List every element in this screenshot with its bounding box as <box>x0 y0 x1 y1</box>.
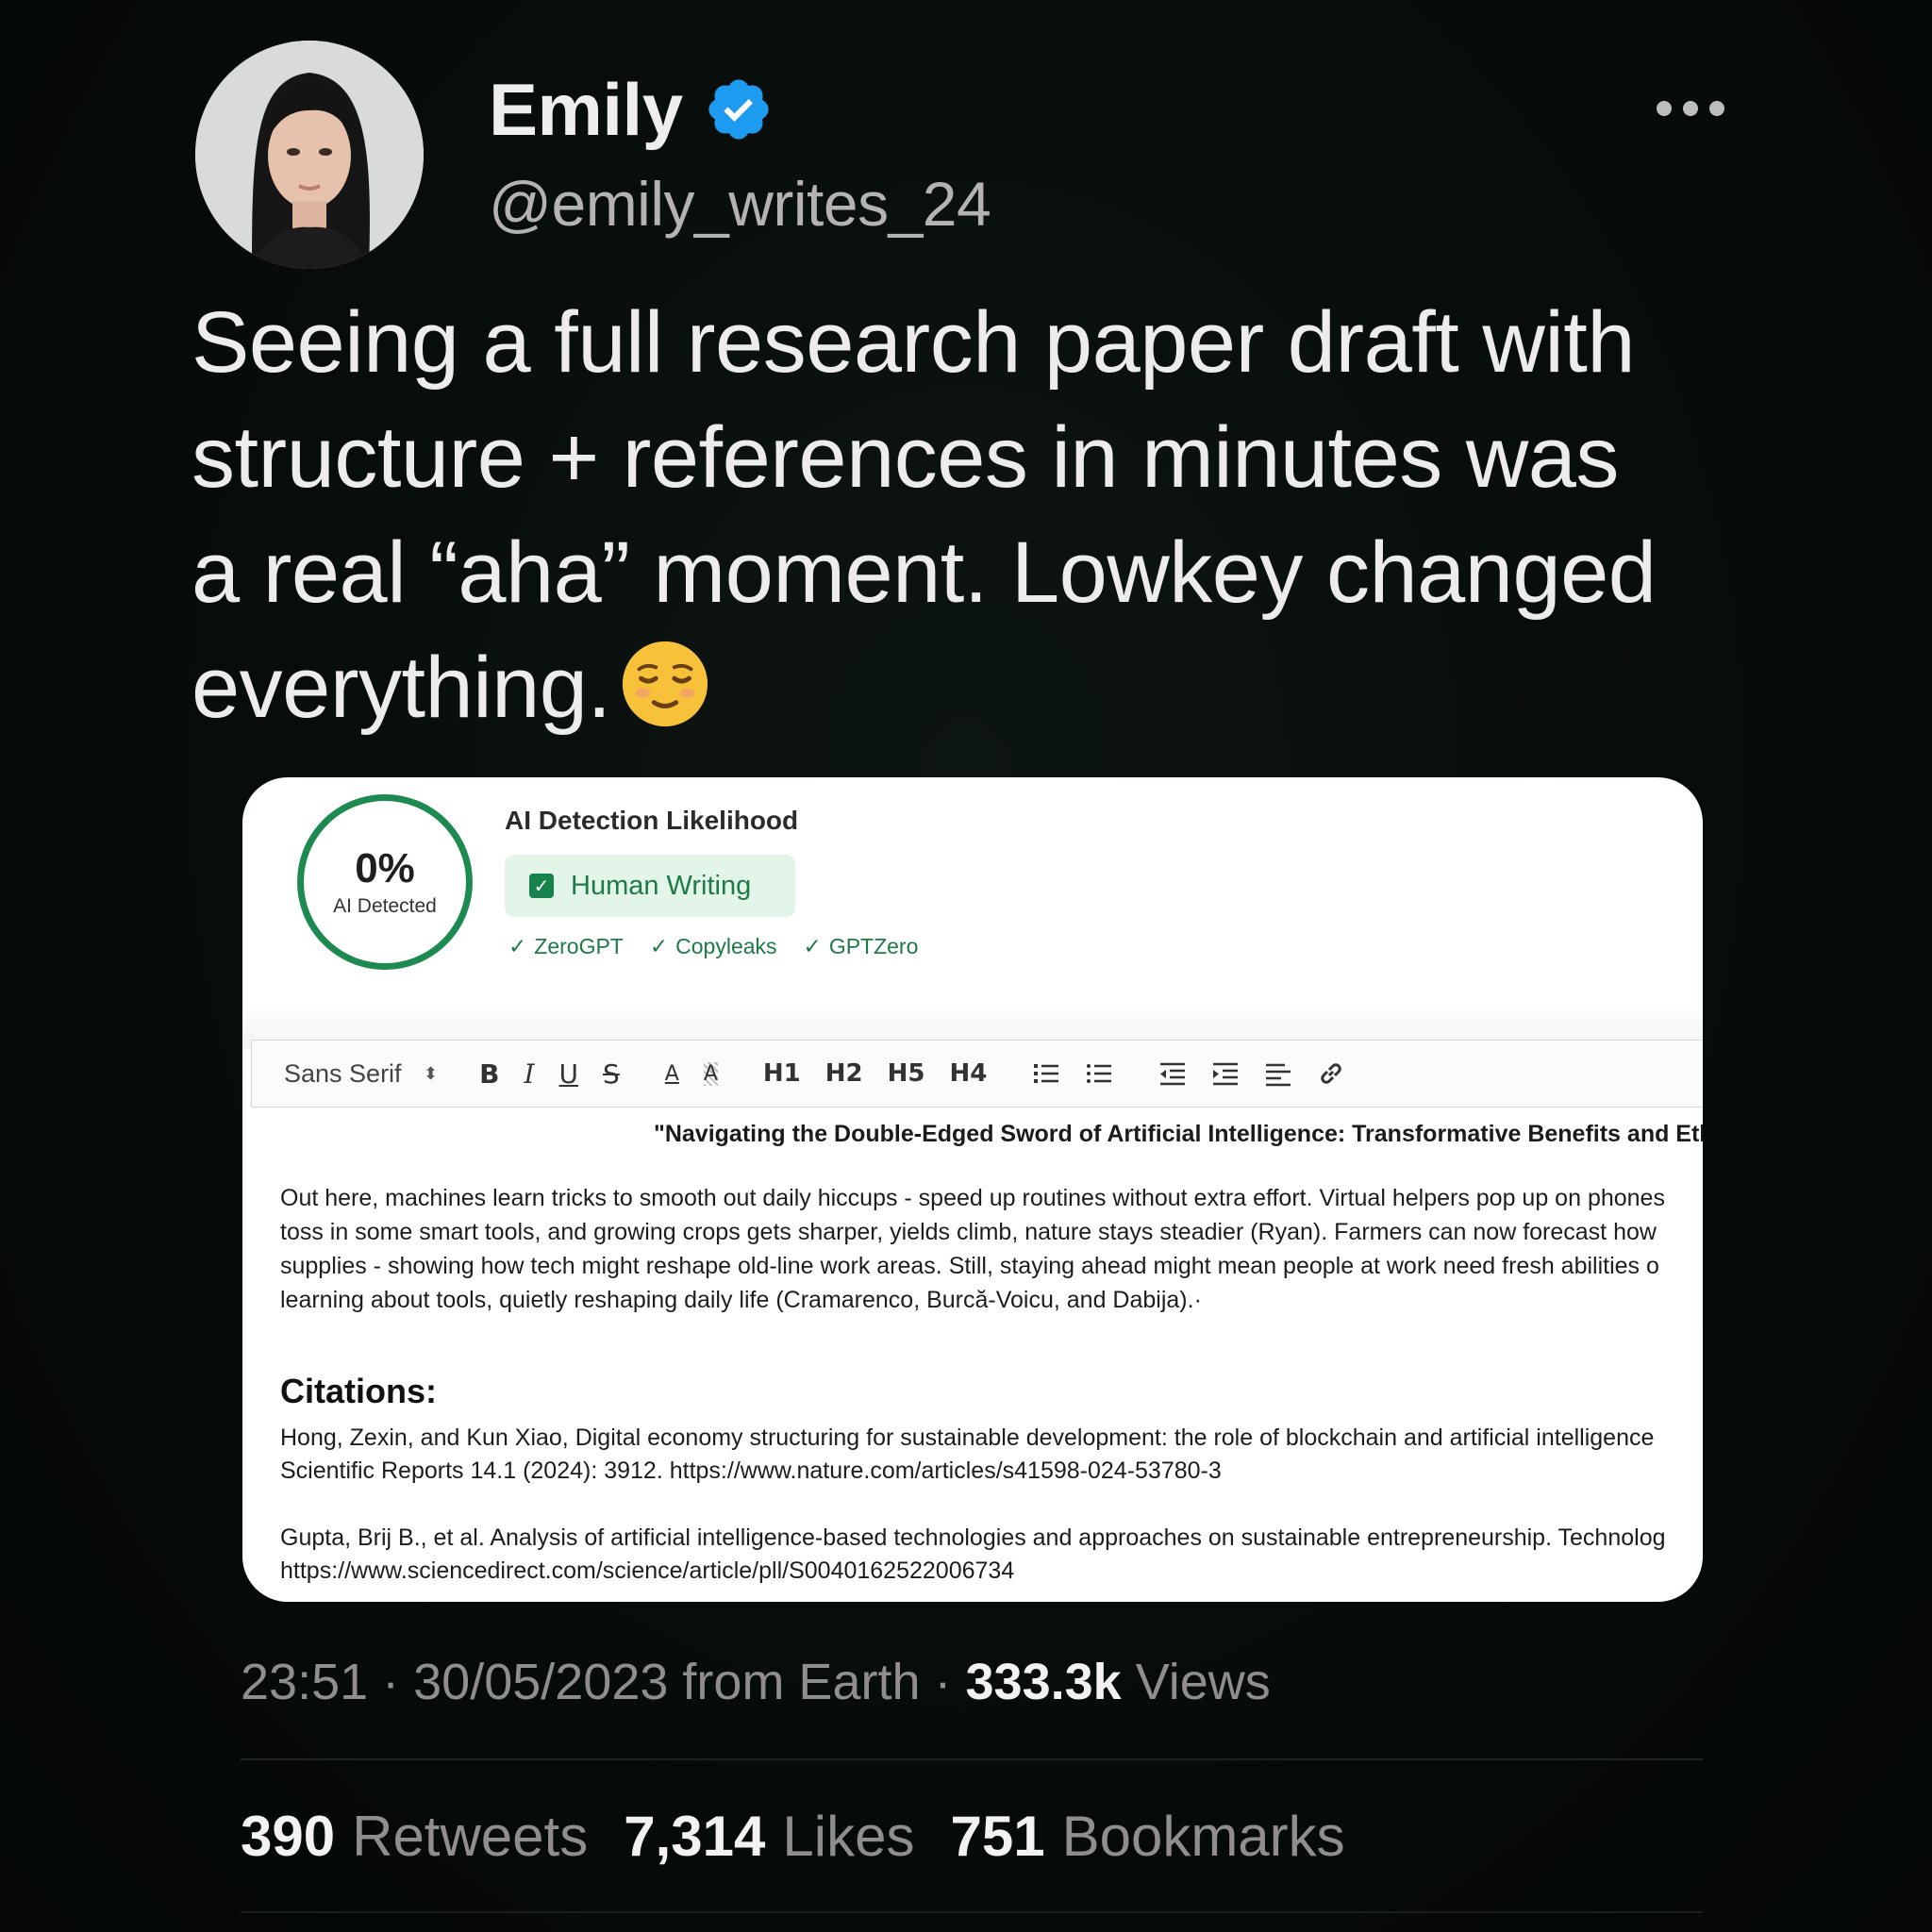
check-item: ✓ GPTZero <box>804 934 919 959</box>
strikethrough-button[interactable]: S <box>603 1058 620 1090</box>
author-handle[interactable]: @emily_writes_24 <box>489 168 991 240</box>
text-color-button[interactable]: A <box>665 1062 679 1086</box>
check-icon: ✓ <box>508 934 527 958</box>
views-label: Views <box>1135 1654 1271 1710</box>
ordered-list-icon[interactable] <box>1032 1059 1060 1088</box>
paragraph-line: Out here, machines learn tricks to smoot… <box>280 1185 1665 1211</box>
check-icon: ✓ <box>649 934 669 958</box>
select-arrows-icon[interactable]: ⬍ <box>424 1064 438 1084</box>
tweet-source: from Earth <box>682 1654 921 1710</box>
editor-toolbar: Sans Serif ⬍ B I U S A A H1 H2 H5 H4 <box>251 1040 1703 1108</box>
more-options-icon[interactable] <box>1657 94 1770 123</box>
tweet-meta: 23:51 · 30/05/2023 from Earth · 333.3k V… <box>241 1654 1271 1710</box>
avatar[interactable] <box>195 41 424 269</box>
check-item: ✓ ZeroGPT <box>508 934 624 959</box>
detector-checks: ✓ ZeroGPT ✓ Copyleaks ✓ GPTZero <box>508 934 918 959</box>
profile-photo <box>195 41 424 269</box>
divider <box>241 1911 1703 1913</box>
checkbox-checked-icon: ✓ <box>529 874 554 898</box>
heading5-button[interactable]: H5 <box>888 1059 925 1088</box>
ai-detection-ring: 0% AI Detected <box>297 794 473 970</box>
citations-heading: Citations: <box>280 1372 437 1410</box>
verified-badge-icon <box>708 79 769 140</box>
outdent-icon[interactable] <box>1158 1059 1187 1088</box>
tweet-text: Seeing a full research paper draft with … <box>192 285 1795 745</box>
attached-image-card[interactable]: 0% AI Detected AI Detection Likelihood ✓… <box>242 777 1703 1602</box>
divider <box>241 1758 1703 1760</box>
likes-label: Likes <box>782 1805 915 1868</box>
check-item: ✓ Copyleaks <box>650 934 777 959</box>
bold-button[interactable]: B <box>479 1058 499 1090</box>
heading4-button[interactable]: H4 <box>949 1059 987 1088</box>
likes-stat[interactable]: 7,314 Likes <box>624 1804 914 1869</box>
likes-count: 7,314 <box>624 1805 766 1868</box>
retweets-stat[interactable]: 390 Retweets <box>241 1804 588 1869</box>
check-icon: ✓ <box>803 934 822 958</box>
tweet-time[interactable]: 23:51 <box>241 1654 368 1710</box>
tweet-line: Seeing a full research paper draft with <box>192 294 1636 391</box>
tweet-line: everything. <box>192 640 611 736</box>
italic-button[interactable]: I <box>524 1058 534 1090</box>
tweet-stats: 390 Retweets 7,314 Likes 751 Bookmarks <box>241 1804 1345 1869</box>
views-count: 333.3k <box>965 1654 1122 1710</box>
citation-line: https://www.sciencedirect.com/science/ar… <box>280 1557 1015 1584</box>
underline-button[interactable]: U <box>559 1058 579 1090</box>
author-row: Emily <box>489 62 774 157</box>
bookmarks-count: 751 <box>950 1805 1045 1868</box>
tweet-line: a real “aha” moment. Lowkey changed <box>192 525 1657 621</box>
relieved-face-emoji-icon <box>622 641 708 727</box>
tweet-date[interactable]: 30/05/2023 <box>413 1654 668 1710</box>
retweets-label: Retweets <box>352 1805 589 1868</box>
font-select[interactable]: Sans Serif <box>284 1059 424 1089</box>
align-left-icon[interactable] <box>1264 1059 1292 1088</box>
heading1-button[interactable]: H1 <box>763 1059 801 1088</box>
paragraph-line: toss in some smart tools, and growing cr… <box>280 1219 1657 1245</box>
check-label: GPTZero <box>828 934 919 958</box>
heading2-button[interactable]: H2 <box>825 1059 863 1088</box>
retweets-count: 390 <box>241 1805 336 1868</box>
check-label: Copyleaks <box>675 934 777 958</box>
citation-line: Scientific Reports 14.1 (2024): 3912. ht… <box>280 1457 1222 1484</box>
document-title: "Navigating the Double-Edged Sword of Ar… <box>654 1121 1703 1147</box>
human-writing-badge: ✓ Human Writing <box>505 855 795 917</box>
paragraph-line: learning about tools, quietly reshaping … <box>280 1287 1202 1313</box>
ai-percent-label: AI Detected <box>333 895 437 917</box>
tweet-line-last: everything. <box>192 630 1795 745</box>
verdict-label: Human Writing <box>571 870 752 901</box>
check-label: ZeroGPT <box>534 934 624 958</box>
indent-icon[interactable] <box>1211 1059 1240 1088</box>
bookmarks-label: Bookmarks <box>1061 1805 1345 1868</box>
bookmarks-stat[interactable]: 751 Bookmarks <box>950 1804 1344 1869</box>
citation-line: Hong, Zexin, and Kun Xiao, Digital econo… <box>280 1424 1655 1451</box>
ai-percent: 0% <box>355 845 415 891</box>
citation-line: Gupta, Brij B., et al. Analysis of artif… <box>280 1524 1666 1551</box>
bullet-list-icon[interactable] <box>1085 1059 1113 1088</box>
paragraph-line: supplies - showing how tech might reshap… <box>280 1253 1659 1279</box>
detection-title: AI Detection Likelihood <box>505 806 799 835</box>
highlight-color-button[interactable]: A <box>703 1061 718 1086</box>
author-name[interactable]: Emily <box>489 67 683 153</box>
link-icon[interactable] <box>1317 1059 1345 1088</box>
tweet-line: structure + references in minutes was <box>192 409 1619 506</box>
